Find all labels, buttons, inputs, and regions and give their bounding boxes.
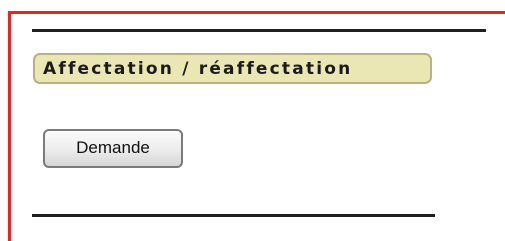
section-title-label: Affectation / réaffectation — [43, 58, 353, 79]
demande-button-label: Demande — [76, 137, 150, 157]
top-divider — [32, 29, 486, 32]
section-title: Affectation / réaffectation — [33, 53, 432, 84]
frame-left-border — [8, 11, 11, 241]
demande-button[interactable]: Demande — [43, 129, 183, 168]
bottom-divider — [32, 214, 435, 217]
frame-top-border — [8, 11, 505, 14]
